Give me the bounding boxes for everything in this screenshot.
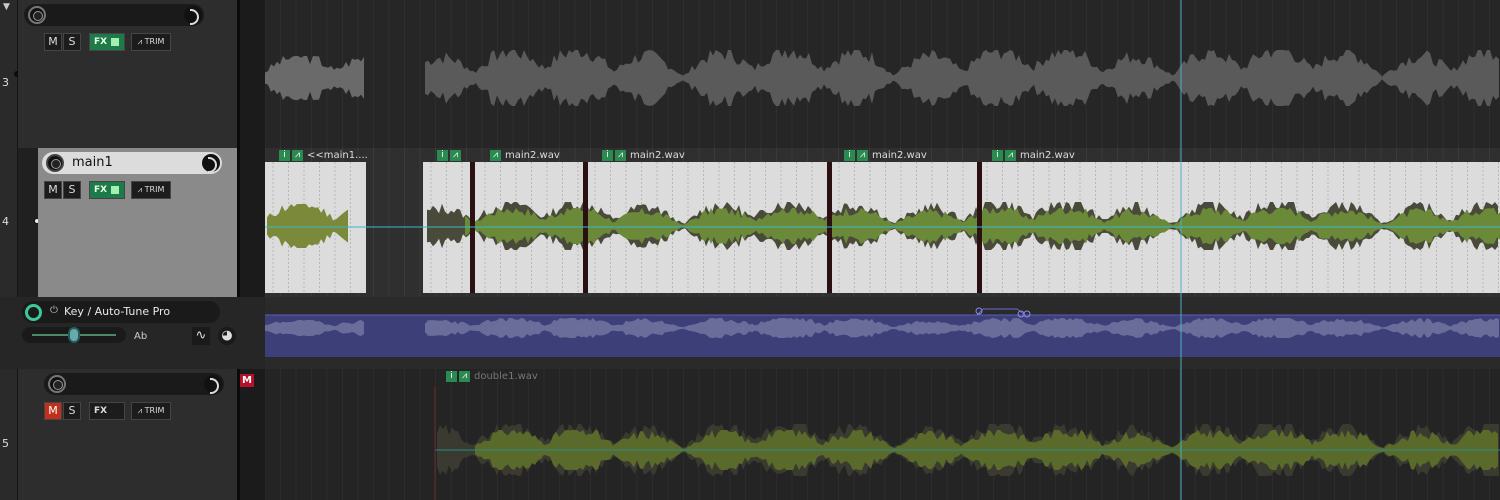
mute-button[interactable]: M bbox=[44, 402, 62, 420]
track-number: 5 bbox=[2, 437, 9, 450]
track-5-number-strip: 5 bbox=[0, 369, 40, 500]
track-4-meter bbox=[237, 148, 265, 297]
trim-curve-icon: ⩘ bbox=[137, 406, 143, 415]
trim-label: TRIM bbox=[144, 406, 165, 415]
power-icon[interactable]: ⏻ bbox=[50, 305, 58, 316]
track-name: main1 bbox=[72, 155, 113, 170]
item-header[interactable]: i ⩘ main2.wav bbox=[992, 150, 1075, 162]
trim-curve-icon: ⩘ bbox=[137, 185, 143, 194]
mute-button[interactable]: M bbox=[44, 181, 62, 199]
envelope-icon[interactable]: ⩘ bbox=[490, 150, 501, 161]
item-info-icon[interactable]: i bbox=[437, 150, 448, 161]
fx-envelope-panel: ⏻ Key / Auto-Tune Pro Ab ∿ ◕ bbox=[0, 297, 265, 369]
fx-label: FX bbox=[94, 37, 108, 47]
track-3-meter bbox=[237, 0, 265, 148]
item-info-icon[interactable]: i bbox=[446, 371, 457, 382]
item-header[interactable]: i ⩘ bbox=[437, 150, 463, 162]
trim-button[interactable]: ⩘ TRIM bbox=[131, 181, 171, 199]
track-3-waveform bbox=[265, 0, 1499, 148]
volume-knob-icon[interactable] bbox=[202, 154, 220, 173]
track-3-number-strip: ▼ 3 bbox=[0, 0, 20, 148]
volume-knob-icon[interactable] bbox=[204, 375, 222, 394]
trim-button[interactable]: ⩘ TRIM bbox=[131, 402, 171, 420]
item-info-icon[interactable]: i bbox=[279, 150, 290, 161]
item-header[interactable]: ⩘ main2.wav bbox=[490, 150, 560, 162]
item-header[interactable]: i ⩘ main2.wav bbox=[602, 150, 685, 162]
trim-button[interactable]: ⩘ TRIM bbox=[131, 33, 171, 51]
track-5-meter bbox=[237, 369, 265, 500]
track-4-panel[interactable]: 4 main1 M S FX ⩘ TRIM bbox=[0, 148, 265, 297]
fx-plugin-name: Key / Auto-Tune Pro bbox=[64, 305, 171, 318]
item-name: double1.wav bbox=[474, 371, 538, 382]
curve-shape-icon[interactable]: ∿ bbox=[192, 327, 210, 345]
track-4-number-strip: 4 bbox=[0, 148, 40, 297]
item-info-icon[interactable]: i bbox=[844, 150, 855, 161]
track-number: 3 bbox=[2, 76, 9, 89]
fx-enable-icon[interactable] bbox=[25, 304, 42, 321]
item-name: main2.wav bbox=[1020, 150, 1075, 161]
knob-icon[interactable]: ◕ bbox=[218, 327, 236, 345]
solo-button[interactable]: S bbox=[63, 181, 81, 199]
record-arm-icon[interactable] bbox=[46, 154, 64, 172]
trim-label: TRIM bbox=[144, 37, 165, 46]
track-3-lane[interactable] bbox=[265, 0, 1500, 148]
track-3-panel[interactable]: ▼ 3 M S FX ⩘ TRIM bbox=[0, 0, 265, 148]
fx-plugin-bar[interactable]: ⏻ Key / Auto-Tune Pro bbox=[22, 301, 220, 323]
track-5-waveform bbox=[265, 369, 1500, 500]
trim-label: TRIM bbox=[144, 185, 165, 194]
envelope-icon[interactable]: ⩘ bbox=[615, 150, 626, 161]
item-info-icon[interactable]: i bbox=[992, 150, 1003, 161]
item-header[interactable]: i ⩘ main2.wav bbox=[844, 150, 927, 162]
fx-indicator-icon bbox=[111, 186, 119, 194]
item-info-icon[interactable]: i bbox=[602, 150, 613, 161]
item-name: main2.wav bbox=[505, 150, 560, 161]
item-name: main2.wav bbox=[872, 150, 927, 161]
mute-button[interactable]: M bbox=[44, 33, 62, 51]
slider-thumb[interactable] bbox=[68, 327, 80, 343]
envelope-lane-bg bbox=[265, 315, 1500, 357]
fx-indicator-icon bbox=[111, 38, 119, 46]
envelope-icon[interactable]: ⩘ bbox=[459, 371, 470, 382]
track-4-lane[interactable] bbox=[265, 148, 1500, 297]
envelope-icon[interactable]: ⩘ bbox=[450, 150, 461, 161]
volume-knob-icon[interactable] bbox=[184, 6, 202, 25]
track-name-bar[interactable] bbox=[44, 373, 224, 395]
solo-button[interactable]: S bbox=[63, 33, 81, 51]
item-name: <<main1.... bbox=[307, 150, 368, 161]
fx-button[interactable]: FX bbox=[89, 33, 125, 51]
item-header[interactable]: i ⩘ <<main1.... bbox=[279, 150, 368, 162]
item-header[interactable]: i ⩘ double1.wav bbox=[446, 371, 538, 383]
track-3-controls: M S FX ⩘ TRIM bbox=[18, 0, 237, 148]
key-value: Ab bbox=[134, 331, 148, 342]
track-5-lane[interactable] bbox=[265, 369, 1500, 500]
track-4-controls: main1 M S FX ⩘ TRIM bbox=[38, 148, 237, 297]
waveform bbox=[265, 56, 364, 100]
track-name-bar[interactable] bbox=[24, 4, 204, 26]
track-5-mute-badge[interactable]: M bbox=[240, 374, 254, 387]
fx-button[interactable]: FX bbox=[89, 402, 125, 420]
record-arm-icon[interactable] bbox=[48, 375, 66, 393]
fx-label: FX bbox=[94, 406, 108, 416]
fx-button[interactable]: FX bbox=[89, 181, 125, 199]
fx-label: FX bbox=[94, 185, 108, 195]
item-name: main2.wav bbox=[630, 150, 685, 161]
envelope-icon[interactable]: ⩘ bbox=[1005, 150, 1016, 161]
triangle-down-icon[interactable]: ▼ bbox=[3, 2, 10, 12]
envelope-icon[interactable]: ⩘ bbox=[857, 150, 868, 161]
record-arm-icon[interactable] bbox=[28, 6, 46, 24]
track-5-controls: M S FX ⩘ TRIM bbox=[18, 369, 237, 500]
track-name-bar[interactable]: main1 bbox=[42, 152, 222, 174]
envelope-icon[interactable]: ⩘ bbox=[292, 150, 303, 161]
track-number: 4 bbox=[2, 215, 9, 228]
track-5-panel[interactable]: 5 M S FX ⩘ TRIM bbox=[0, 369, 265, 500]
fx-envelope-graph bbox=[265, 297, 1500, 369]
track-4-waveform bbox=[265, 148, 1500, 297]
fx-parameter-slider[interactable] bbox=[22, 327, 126, 343]
fx-envelope-lane[interactable] bbox=[265, 297, 1500, 369]
solo-button[interactable]: S bbox=[63, 402, 81, 420]
trim-curve-icon: ⩘ bbox=[137, 37, 143, 46]
